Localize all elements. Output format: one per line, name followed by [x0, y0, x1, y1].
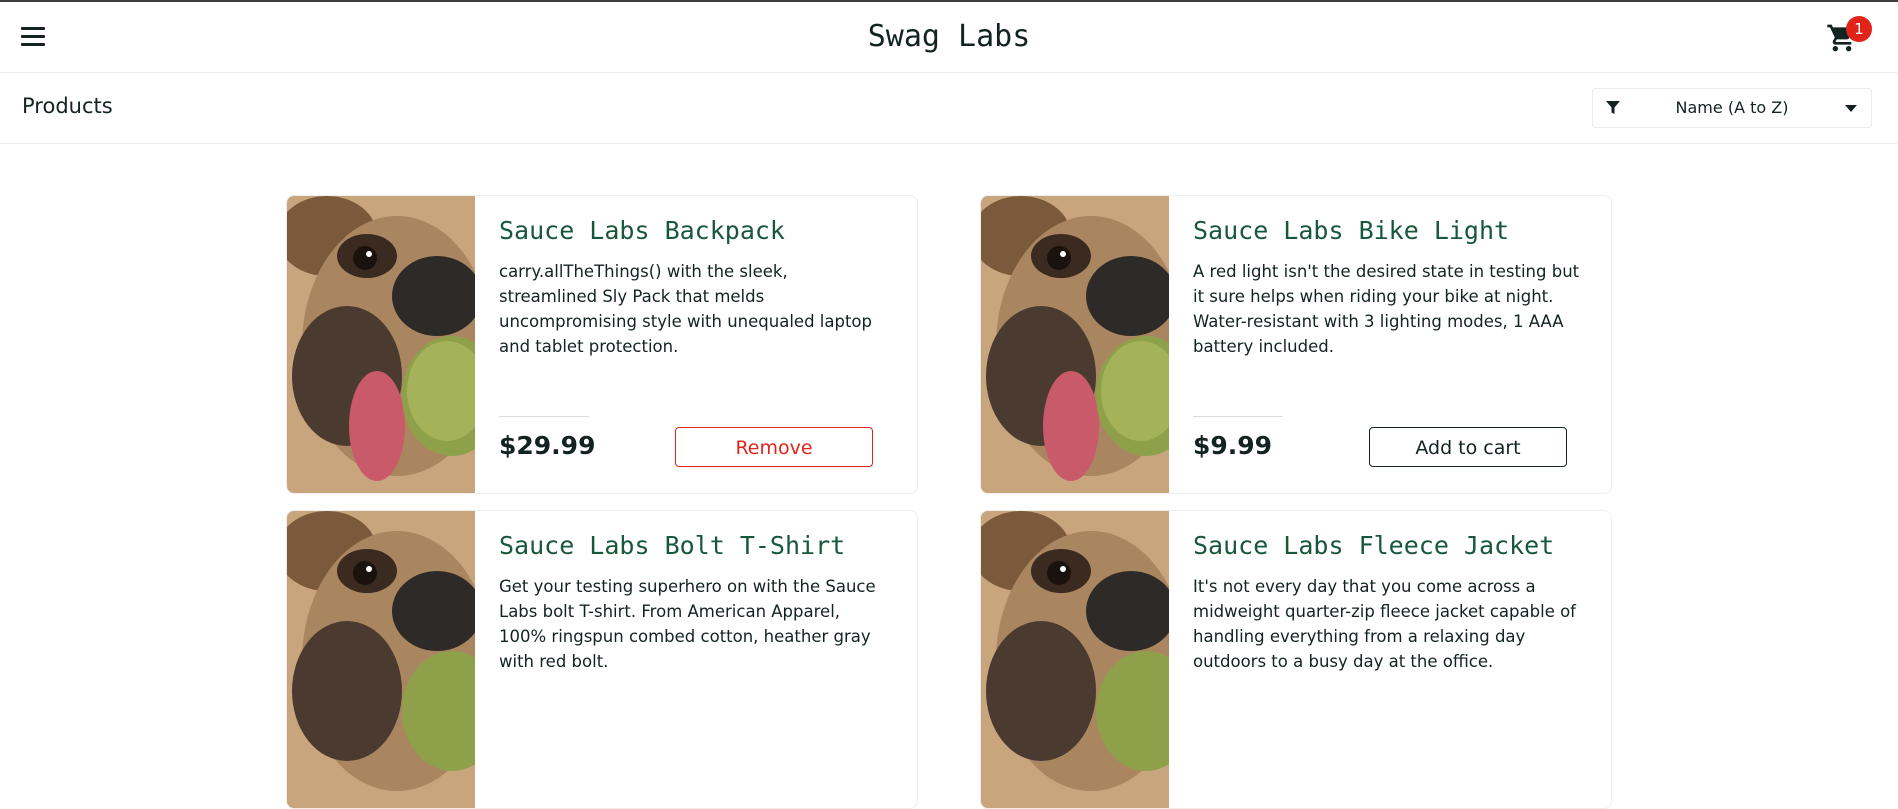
- product-description: It's not every day that you come across …: [1193, 577, 1576, 671]
- product-image[interactable]: [287, 196, 475, 493]
- product-description: A red light isn't the desired state in t…: [1193, 262, 1580, 356]
- inventory-item: Sauce Labs Bolt T-Shirt Get your testing…: [286, 510, 918, 809]
- sort-selected-value: Name (A to Z): [1675, 98, 1789, 117]
- header: Swag Labs 1: [0, 2, 1898, 73]
- chevron-down-icon: [1845, 105, 1857, 112]
- product-image[interactable]: [981, 196, 1169, 493]
- filter-icon: [1606, 101, 1620, 114]
- divider: [1193, 416, 1283, 417]
- inventory-item: Sauce Labs Backpack carry.allTheThings()…: [286, 195, 918, 494]
- product-name[interactable]: Sauce Labs Bike Light: [1193, 216, 1593, 245]
- product-description: Get your testing superhero on with the S…: [499, 577, 876, 671]
- sort-select[interactable]: Name (A to Z): [1592, 88, 1872, 128]
- cart-badge: 1: [1846, 16, 1872, 42]
- product-name[interactable]: Sauce Labs Fleece Jacket: [1193, 531, 1593, 560]
- app-logo: Swag Labs: [867, 19, 1031, 54]
- hamburger-menu-icon[interactable]: [21, 27, 49, 49]
- product-price: $29.99: [499, 431, 596, 460]
- product-image[interactable]: [981, 511, 1169, 808]
- divider: [499, 416, 589, 417]
- product-image[interactable]: [287, 511, 475, 808]
- product-name[interactable]: Sauce Labs Backpack: [499, 216, 899, 245]
- remove-button[interactable]: Remove: [675, 427, 873, 467]
- product-price: $9.99: [1193, 431, 1273, 460]
- inventory-item: Sauce Labs Bike Light A red light isn't …: [980, 195, 1612, 494]
- product-name[interactable]: Sauce Labs Bolt T-Shirt: [499, 531, 899, 560]
- product-description: carry.allTheThings() with the sleek, str…: [499, 262, 872, 356]
- subheader: Products Name (A to Z): [0, 73, 1898, 144]
- inventory-item: Sauce Labs Fleece Jacket It's not every …: [980, 510, 1612, 809]
- add-to-cart-button[interactable]: Add to cart: [1369, 427, 1567, 467]
- page-title: Products: [22, 94, 113, 118]
